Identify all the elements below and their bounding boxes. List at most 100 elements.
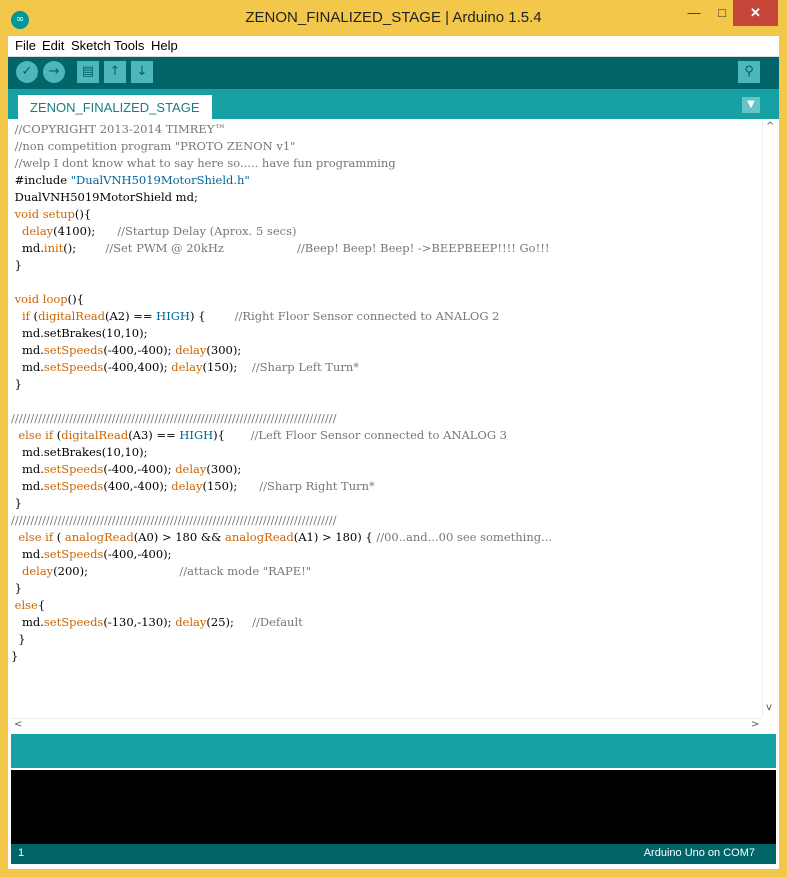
code-function: setSpeeds <box>43 547 104 561</box>
code-text-segment: ) { <box>189 309 235 323</box>
code-text-segment: (200); <box>53 564 180 578</box>
code-function: setSpeeds <box>43 462 104 476</box>
code-line: delay(200); //attack mode "RAPE!" <box>11 563 552 580</box>
code-comment: //Right Floor Sensor connected to ANALOG… <box>234 309 500 323</box>
code-text-segment: md. <box>11 615 44 629</box>
code-function: setSpeeds <box>43 479 104 493</box>
arduino-window: ∞ ZENON_FINALIZED_STAGE | Arduino 1.5.4 … <box>0 0 787 877</box>
code-function: analogRead <box>224 530 294 544</box>
code-function: init <box>43 241 64 255</box>
scroll-left-icon[interactable]: < <box>14 719 22 730</box>
menu-tools[interactable]: Tools <box>114 38 144 53</box>
code-text-segment: (300); <box>206 343 242 357</box>
code-line: md.setSpeeds(-130,-130); delay(25); //De… <box>11 614 552 631</box>
code-text-segment: #include <box>11 173 71 187</box>
code-comment: //Left Floor Sensor connected to ANALOG … <box>250 428 507 442</box>
board-port-info: Arduino Uno on COM7 <box>643 847 755 859</box>
code-function: else <box>18 428 42 442</box>
upload-button[interactable]: → <box>43 61 65 83</box>
code-text-segment: (150); <box>202 360 252 374</box>
code-text-segment: (A1) > 180) { <box>293 530 377 544</box>
line-number: 1 <box>18 847 25 859</box>
code-comment: //Sharp Right Turn* <box>259 479 375 493</box>
close-button[interactable]: ✕ <box>733 0 778 26</box>
minimize-button[interactable]: — <box>680 0 708 26</box>
code-line: md.init(); //Set PWM @ 20kHz //Beep! Bee… <box>11 240 552 257</box>
code-line: md.setBrakes(10,10); <box>11 444 552 461</box>
code-function: loop <box>42 292 68 306</box>
code-comment: //Set PWM @ 20kHz //Beep! Beep! Beep! ->… <box>105 241 550 255</box>
code-text-segment: } <box>11 649 19 663</box>
maximize-button[interactable]: □ <box>708 0 736 26</box>
code-line: #include "DualVNH5019MotorShield.h" <box>11 172 552 189</box>
code-line: void setup(){ <box>11 206 552 223</box>
tab-zenon-finalized-stage[interactable]: ZENON_FINALIZED_STAGE <box>18 95 212 119</box>
menu-edit[interactable]: Edit <box>42 38 64 53</box>
window-title: ZENON_FINALIZED_STAGE | Arduino 1.5.4 <box>245 9 542 26</box>
code-function: delay <box>171 479 203 493</box>
code-text-segment: (A3) == <box>128 428 180 442</box>
code-comment: //Startup Delay (Aprox. 5 secs) <box>117 224 297 238</box>
code-text-segment: md. <box>11 479 44 493</box>
code-constant: HIGH <box>179 428 214 442</box>
vertical-scrollbar[interactable]: ^ v <box>762 120 777 717</box>
code-text-segment: (4100); <box>53 224 118 238</box>
code-line: } <box>11 257 552 274</box>
menu-file[interactable]: File <box>15 38 36 53</box>
tab-menu-arrow-icon[interactable]: ▼ <box>742 97 760 113</box>
code-line: //COPYRIGHT 2013-2014 TIMREY™ <box>11 121 552 138</box>
scroll-up-icon[interactable]: ^ <box>766 121 774 132</box>
save-sketch-button[interactable]: ↓ <box>131 61 153 83</box>
code-function: setup <box>42 207 75 221</box>
menu-sketch[interactable]: Sketch <box>71 38 111 53</box>
code-comment: //00..and...00 see something... <box>376 530 553 544</box>
code-function: setSpeeds <box>43 615 104 629</box>
code-text-segment: (400,-400); <box>103 479 172 493</box>
code-comment: //Default <box>252 615 303 629</box>
code-text-segment: (-400,-400); <box>103 343 176 357</box>
code-text-segment <box>11 224 22 238</box>
open-sketch-button[interactable]: ↑ <box>104 61 126 83</box>
scroll-right-icon[interactable]: > <box>751 719 759 730</box>
app-frame: File Edit Sketch Tools Help ✓ → ▤ ↑ ↓ ⚲ … <box>8 36 779 869</box>
code-line: md.setSpeeds(-400,-400); delay(300); <box>11 461 552 478</box>
code-line: } <box>11 580 552 597</box>
verify-button[interactable]: ✓ <box>16 61 38 83</box>
code-function: void <box>14 292 40 306</box>
horizontal-scrollbar[interactable]: < > <box>11 718 762 733</box>
code-line: else if ( analogRead(A0) > 180 && analog… <box>11 529 552 546</box>
code-function: setSpeeds <box>43 360 104 374</box>
code-text-segment: DualVNH5019MotorShield md; <box>11 190 198 204</box>
code-function: delay <box>175 615 207 629</box>
code-text-segment: (-400,-400); <box>103 462 176 476</box>
code-line: //non competition program "PROTO ZENON v… <box>11 138 552 155</box>
code-function: delay <box>171 360 203 374</box>
new-sketch-button[interactable]: ▤ <box>77 61 99 83</box>
code-function: delay <box>175 343 207 357</box>
code-text-segment: (); <box>63 241 106 255</box>
code-function: if <box>45 428 54 442</box>
code-line: md.setBrakes(10,10); <box>11 325 552 342</box>
code-function: delay <box>21 564 54 578</box>
code-line: md.setSpeeds(-400,-400); delay(300); <box>11 342 552 359</box>
code-line: ////////////////////////////////////////… <box>11 410 552 427</box>
code-constant: HIGH <box>156 309 190 323</box>
code-comment: //non competition program "PROTO ZENON v… <box>11 139 296 153</box>
code-string: "DualVNH5019MotorShield.h" <box>70 173 250 187</box>
code-text: //COPYRIGHT 2013-2014 TIMREY™ //non comp… <box>11 121 552 665</box>
code-line: } <box>11 648 552 665</box>
code-text-segment: } <box>11 496 22 510</box>
menu-help[interactable]: Help <box>151 38 178 53</box>
code-text-segment <box>11 564 22 578</box>
code-text-segment: } <box>11 258 22 272</box>
code-editor[interactable]: //COPYRIGHT 2013-2014 TIMREY™ //non comp… <box>11 120 762 717</box>
code-line: else{ <box>11 597 552 614</box>
scroll-down-icon[interactable]: v <box>766 702 772 713</box>
menu-bar: File Edit Sketch Tools Help <box>8 36 779 57</box>
code-function: analogRead <box>64 530 134 544</box>
code-text-segment: ){ <box>213 428 251 442</box>
serial-monitor-button[interactable]: ⚲ <box>738 61 760 83</box>
code-comment: //attack mode "RAPE!" <box>179 564 312 578</box>
